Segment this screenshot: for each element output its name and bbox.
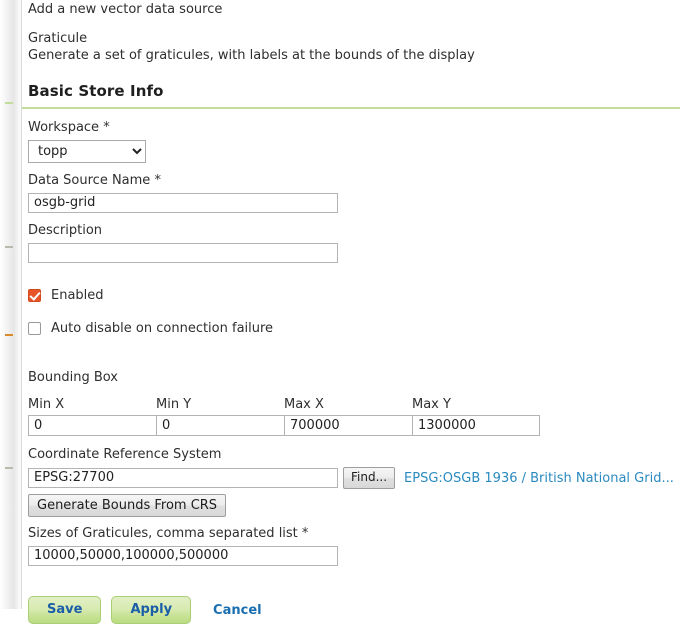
page-title: Basic Store Info (0, 82, 686, 100)
store-form: Workspace * topp Data Source Name * Desc… (0, 109, 686, 566)
workspace-label: Workspace * (28, 119, 686, 137)
form-actions: Save Apply Cancel (0, 596, 686, 624)
workspace-select[interactable]: topp (28, 140, 146, 163)
graticule-sizes-input[interactable] (28, 546, 338, 566)
store-editor-page: Add a new vector data source Graticule G… (0, 0, 686, 624)
store-type-name: Graticule (28, 30, 686, 47)
crs-label: Coordinate Reference System (28, 446, 686, 464)
crs-input[interactable] (28, 468, 338, 488)
bbox-max-x-input[interactable] (284, 415, 412, 436)
bounding-box-headers: Min X Min Y Max X Max Y (28, 397, 686, 412)
bbox-header-min-x: Min X (28, 397, 156, 412)
description-label: Description (28, 222, 686, 240)
bbox-min-x-input[interactable] (28, 415, 156, 436)
page-intro: Add a new vector data source Graticule G… (0, 0, 686, 64)
cancel-link[interactable]: Cancel (213, 603, 262, 618)
crs-description-link[interactable]: EPSG:OSGB 1936 / British National Grid..… (404, 471, 674, 486)
bbox-header-max-y: Max Y (412, 397, 540, 412)
page-subtitle: Add a new vector data source (28, 1, 686, 18)
bbox-header-min-y: Min Y (156, 397, 284, 412)
generate-bounds-from-crs-button[interactable]: Generate Bounds From CRS (28, 494, 226, 517)
bbox-min-y-input[interactable] (156, 415, 284, 436)
find-crs-button[interactable]: Find... (343, 467, 395, 489)
bbox-header-max-x: Max X (284, 397, 412, 412)
store-type-description: Generate a set of graticules, with label… (28, 47, 686, 64)
auto-disable-checkbox[interactable] (28, 322, 41, 335)
crs-row: Find... EPSG:OSGB 1936 / British Nationa… (28, 467, 686, 489)
description-input[interactable] (28, 243, 338, 263)
graticule-sizes-label: Sizes of Graticules, comma separated lis… (28, 525, 686, 543)
apply-button[interactable]: Apply (111, 596, 191, 624)
auto-disable-label: Auto disable on connection failure (51, 321, 273, 336)
auto-disable-row[interactable]: Auto disable on connection failure (28, 318, 686, 338)
data-source-name-input[interactable] (28, 193, 338, 213)
enabled-checkbox[interactable] (28, 289, 41, 302)
enabled-label: Enabled (51, 288, 104, 303)
enabled-row[interactable]: Enabled (28, 285, 686, 305)
bounding-box-label: Bounding Box (28, 369, 686, 387)
bbox-max-y-input[interactable] (412, 415, 540, 436)
data-source-name-label: Data Source Name * (28, 172, 686, 190)
bounding-box-inputs (28, 415, 686, 436)
save-button[interactable]: Save (28, 596, 101, 624)
